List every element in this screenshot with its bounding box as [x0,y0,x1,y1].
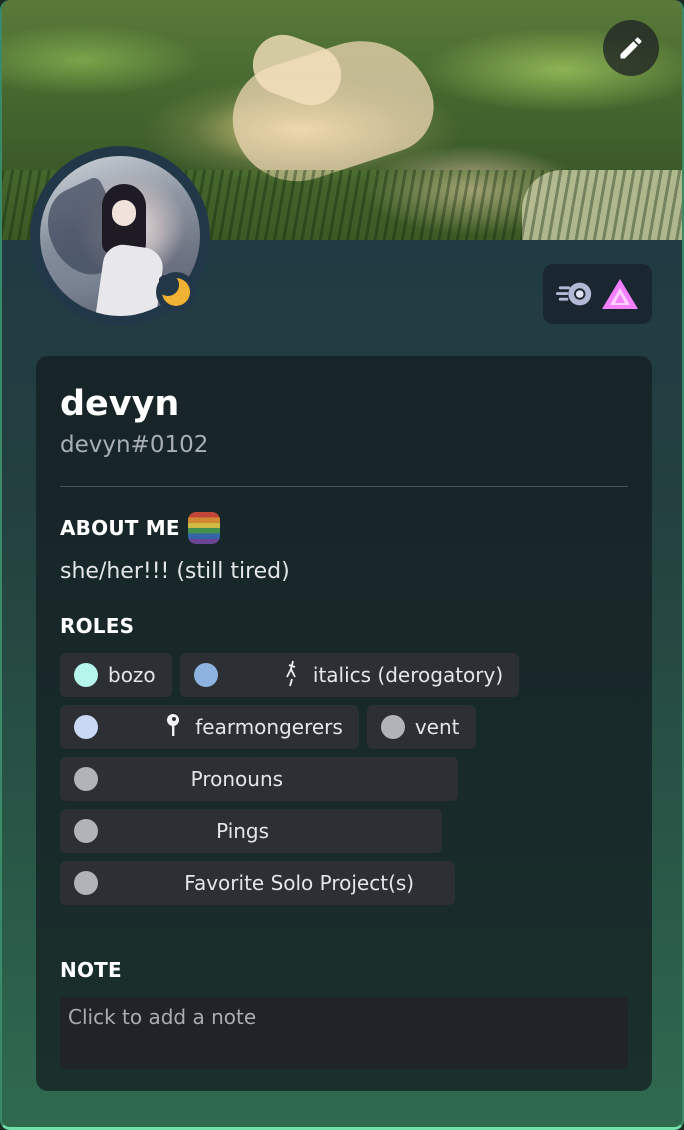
stick-figure-emoji [228,638,299,713]
idle-status-indicator [156,272,196,312]
role-pill[interactable]: bozo [60,653,172,697]
divider [60,486,628,487]
role-pill[interactable]: fearmongerers [60,705,359,749]
nitro-badge[interactable] [555,274,595,314]
roles-list: bozo italics (derogatory) fearmongerers … [60,653,640,913]
edit-profile-button[interactable] [603,20,659,76]
user-profile-card: devyn devyn#0102 ABOUT ME she/her!!! (st… [0,0,684,1130]
about-me-heading: ABOUT ME [60,512,628,544]
role-color-dot [193,663,218,687]
about-me-text: she/her!!! (still tired) [60,559,290,584]
role-label: vent [414,715,460,739]
username: devyn [60,384,180,424]
role-label: italics (derogatory) [312,663,504,687]
role-color-dot [74,663,98,687]
profile-badges [543,264,652,324]
role-pill[interactable]: Pings [60,809,442,853]
role-color-dot [74,767,98,791]
profile-info-panel: devyn devyn#0102 ABOUT ME she/her!!! (st… [36,356,652,1091]
pride-flag-emoji [187,512,220,544]
role-color-dot [74,715,98,739]
user-tag[interactable]: devyn#0102 [60,430,628,460]
role-label: bozo [108,663,156,687]
moon-icon [159,275,190,306]
pin-emoji [108,692,181,763]
roles-heading: ROLES [60,614,135,638]
role-pill[interactable]: vent [366,705,476,749]
role-label: Pings [108,819,378,843]
note-input[interactable]: Click to add a note [60,997,628,1069]
note-heading: NOTE [60,958,122,982]
role-label: Pronouns [108,767,366,791]
role-pill[interactable]: italics (derogatory) [179,653,520,697]
role-color-dot [380,715,405,739]
role-color-dot [74,871,98,895]
hypesquad-brilliance-badge-icon [602,279,639,309]
hypesquad-badge[interactable] [600,274,640,314]
role-pill[interactable]: Pronouns [60,757,458,801]
avatar-frame [30,146,210,326]
role-pill[interactable]: Favorite Solo Project(s) [60,861,455,905]
nitro-badge-icon [555,282,591,306]
role-label: fearmongerers [195,715,343,739]
role-color-dot [74,819,98,843]
role-label: Favorite Solo Project(s) [108,871,415,895]
pencil-icon [620,37,642,59]
